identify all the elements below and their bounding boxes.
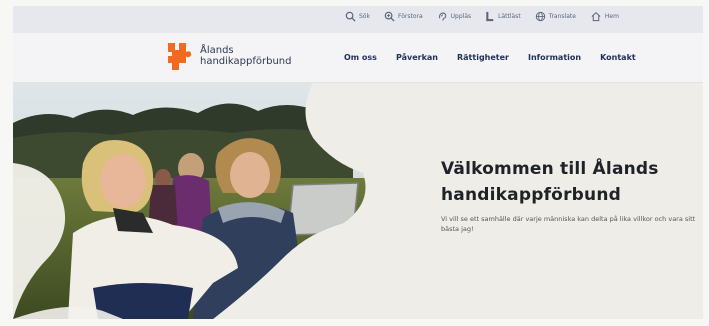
- util-zoom-label: Förstora: [397, 13, 423, 20]
- nav-information[interactable]: Information: [528, 53, 581, 62]
- logo-line1: Ålands: [200, 45, 234, 56]
- search-icon: [345, 11, 356, 22]
- zoom-in-icon: [384, 11, 395, 22]
- hero-section: Välkommen till Ålands handikappförbund V…: [13, 83, 703, 319]
- home-icon: [591, 11, 601, 22]
- utility-bar: Sök Förstora Uppläs Lättläst Translate H…: [13, 6, 703, 33]
- util-search[interactable]: Sök: [345, 11, 370, 22]
- browser-viewport: Sök Förstora Uppläs Lättläst Translate H…: [13, 6, 703, 319]
- hero-title: Välkommen till Ålands handikappförbund: [441, 156, 691, 208]
- util-easy-read[interactable]: Lättläst: [485, 11, 521, 22]
- logo-line2: handikappförbund: [200, 56, 292, 67]
- nav-rattigheter[interactable]: Rättigheter: [457, 53, 509, 62]
- hero-title-line1: Välkommen till Ålands: [441, 159, 659, 179]
- globe-icon: [535, 11, 545, 22]
- site-logo[interactable]: Ålands handikappförbund: [166, 40, 292, 72]
- hero-title-line2: handikappförbund: [441, 185, 621, 205]
- nav-kontakt[interactable]: Kontakt: [600, 53, 636, 62]
- listen-icon: [438, 12, 446, 21]
- site-header: Ålands handikappförbund Om oss Påverkan …: [13, 33, 703, 83]
- util-home-label: Hem: [604, 13, 619, 20]
- logo-wordmark: Ålands handikappförbund: [200, 45, 292, 67]
- util-easy-read-label: Lättläst: [498, 13, 521, 20]
- util-listen-label: Uppläs: [450, 13, 472, 20]
- util-listen[interactable]: Uppläs: [437, 11, 471, 22]
- util-zoom[interactable]: Förstora: [384, 11, 423, 22]
- util-translate[interactable]: Translate: [535, 11, 576, 22]
- util-translate-label: Translate: [548, 13, 576, 20]
- util-home[interactable]: Hem: [590, 11, 619, 22]
- logo-puzzle-icon: [168, 43, 192, 70]
- easy-read-icon: [486, 11, 494, 22]
- main-nav: Om oss Påverkan Rättigheter Information …: [344, 53, 636, 62]
- hero-text: Vi vill se ett samhälle där varje männis…: [441, 215, 696, 233]
- utility-nav: Sök Förstora Uppläs Lättläst Translate H…: [345, 11, 619, 22]
- nav-om-oss[interactable]: Om oss: [344, 53, 377, 62]
- nav-paverkan[interactable]: Påverkan: [396, 53, 438, 62]
- util-search-label: Sök: [359, 13, 370, 20]
